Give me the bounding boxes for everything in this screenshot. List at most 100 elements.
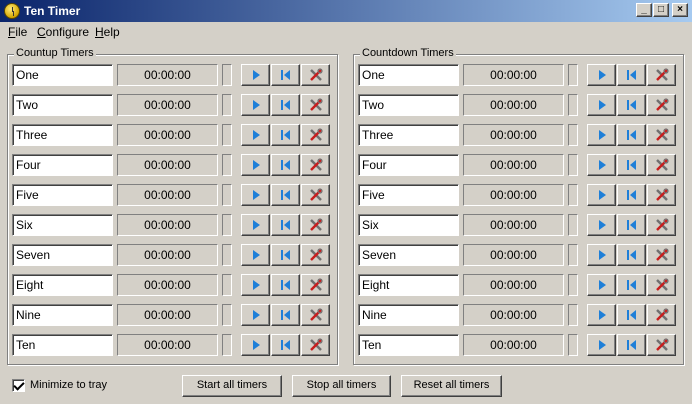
- menu-configure[interactable]: Configure: [37, 25, 89, 39]
- timer-name-input[interactable]: [358, 304, 459, 326]
- timer-name-input[interactable]: [12, 274, 113, 296]
- timer-name-input[interactable]: [12, 94, 113, 116]
- reset-timer-button[interactable]: [271, 304, 300, 326]
- timer-settings-button[interactable]: [301, 154, 330, 176]
- timer-name-input[interactable]: [358, 334, 459, 356]
- timer-name-input[interactable]: [12, 334, 113, 356]
- start-timer-button[interactable]: [587, 184, 616, 206]
- timer-name-input[interactable]: [12, 214, 113, 236]
- timer-settings-button[interactable]: [301, 334, 330, 356]
- title-bar[interactable]: Ten Timer _ □ ×: [0, 0, 692, 22]
- timer-indicator: [568, 334, 578, 356]
- close-button[interactable]: ×: [672, 3, 688, 17]
- timer-name-input[interactable]: [358, 184, 459, 206]
- timer-name-input[interactable]: [358, 214, 459, 236]
- reset-timer-button[interactable]: [617, 244, 646, 266]
- timer-settings-button[interactable]: [301, 304, 330, 326]
- reset-timer-button[interactable]: [617, 304, 646, 326]
- timer-settings-button[interactable]: [647, 154, 676, 176]
- timer-settings-button[interactable]: [647, 124, 676, 146]
- start-timer-button[interactable]: [587, 274, 616, 296]
- timer-name-input[interactable]: [358, 274, 459, 296]
- reset-timer-button[interactable]: [617, 184, 646, 206]
- start-timer-button[interactable]: [241, 214, 270, 236]
- play-icon: [599, 190, 606, 200]
- timer-settings-button[interactable]: [647, 64, 676, 86]
- minimize-to-tray-checkbox[interactable]: [12, 379, 25, 392]
- menu-file[interactable]: File: [8, 25, 27, 39]
- timer-settings-button[interactable]: [647, 334, 676, 356]
- start-timer-button[interactable]: [587, 94, 616, 116]
- start-timer-button[interactable]: [587, 334, 616, 356]
- timer-name-input[interactable]: [12, 154, 113, 176]
- timer-name-input[interactable]: [12, 304, 113, 326]
- timer-name-input[interactable]: [358, 154, 459, 176]
- reset-timer-button[interactable]: [617, 154, 646, 176]
- reset-timer-button[interactable]: [271, 184, 300, 206]
- reset-timer-button[interactable]: [617, 124, 646, 146]
- timer-name-input[interactable]: [358, 124, 459, 146]
- start-timer-button[interactable]: [241, 244, 270, 266]
- timer-settings-button[interactable]: [647, 304, 676, 326]
- timer-settings-button[interactable]: [301, 124, 330, 146]
- start-timer-button[interactable]: [241, 274, 270, 296]
- reset-timer-button[interactable]: [617, 214, 646, 236]
- timer-row: 00:00:00: [8, 244, 339, 268]
- reset-timer-button[interactable]: [271, 274, 300, 296]
- reset-timer-button[interactable]: [271, 244, 300, 266]
- reset-timer-button[interactable]: [271, 154, 300, 176]
- stopwatch-icon[interactable]: [4, 3, 20, 19]
- play-icon: [253, 250, 260, 260]
- reset-timer-button[interactable]: [617, 94, 646, 116]
- menu-help[interactable]: Help: [95, 25, 120, 39]
- start-timer-button[interactable]: [241, 94, 270, 116]
- start-timer-button[interactable]: [587, 124, 616, 146]
- maximize-button[interactable]: □: [653, 3, 669, 17]
- timer-settings-button[interactable]: [301, 244, 330, 266]
- timer-name-input[interactable]: [12, 64, 113, 86]
- start-timer-button[interactable]: [241, 154, 270, 176]
- tools-icon: [310, 308, 323, 321]
- start-timer-button[interactable]: [587, 304, 616, 326]
- timer-settings-button[interactable]: [301, 274, 330, 296]
- reset-timer-button[interactable]: [271, 124, 300, 146]
- reset-timer-button[interactable]: [617, 64, 646, 86]
- start-timer-button[interactable]: [587, 214, 616, 236]
- timer-settings-button[interactable]: [301, 214, 330, 236]
- reset-timer-button[interactable]: [617, 334, 646, 356]
- timer-settings-button[interactable]: [647, 214, 676, 236]
- minimize-button[interactable]: _: [636, 3, 652, 17]
- timer-settings-button[interactable]: [301, 184, 330, 206]
- reset-timer-button[interactable]: [271, 214, 300, 236]
- timer-settings-button[interactable]: [301, 64, 330, 86]
- reset-timer-button[interactable]: [271, 64, 300, 86]
- start-timer-button[interactable]: [241, 304, 270, 326]
- start-timer-button[interactable]: [241, 64, 270, 86]
- timer-name-input[interactable]: [12, 124, 113, 146]
- timer-settings-button[interactable]: [647, 274, 676, 296]
- timer-name-input[interactable]: [358, 244, 459, 266]
- reset-timer-button[interactable]: [617, 274, 646, 296]
- timer-display: 00:00:00: [117, 94, 218, 116]
- start-timer-button[interactable]: [587, 154, 616, 176]
- start-all-button[interactable]: Start all timers: [182, 375, 282, 397]
- reset-timer-button[interactable]: [271, 334, 300, 356]
- timer-settings-button[interactable]: [647, 94, 676, 116]
- skip-back-icon: [281, 130, 290, 140]
- start-timer-button[interactable]: [241, 184, 270, 206]
- timer-name-input[interactable]: [12, 244, 113, 266]
- timer-name-input[interactable]: [12, 184, 113, 206]
- reset-timer-button[interactable]: [271, 94, 300, 116]
- timer-settings-button[interactable]: [647, 244, 676, 266]
- timer-row: 00:00:00: [8, 64, 339, 88]
- start-timer-button[interactable]: [241, 124, 270, 146]
- timer-settings-button[interactable]: [301, 94, 330, 116]
- reset-all-button[interactable]: Reset all timers: [401, 375, 502, 397]
- timer-name-input[interactable]: [358, 94, 459, 116]
- stop-all-button[interactable]: Stop all timers: [292, 375, 391, 397]
- timer-name-input[interactable]: [358, 64, 459, 86]
- start-timer-button[interactable]: [241, 334, 270, 356]
- timer-settings-button[interactable]: [647, 184, 676, 206]
- start-timer-button[interactable]: [587, 64, 616, 86]
- start-timer-button[interactable]: [587, 244, 616, 266]
